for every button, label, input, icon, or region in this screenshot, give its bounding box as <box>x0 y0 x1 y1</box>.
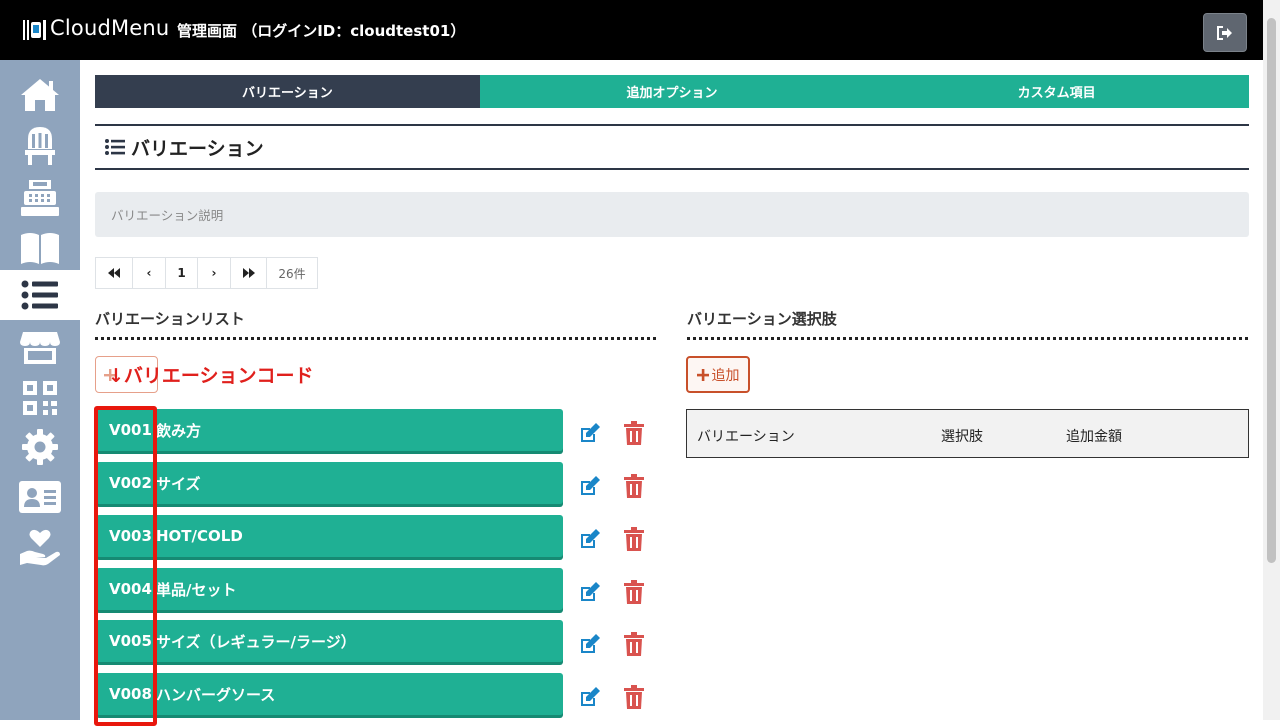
book-icon <box>21 233 59 264</box>
double-chevron-right-icon <box>242 268 255 278</box>
sidebar-item-register[interactable] <box>0 173 80 223</box>
variation-name: ハンバーグソース <box>156 685 276 704</box>
edit-button[interactable] <box>577 631 603 657</box>
total-count: 26件 <box>278 266 306 281</box>
variation-name: サイズ（レギュラー/ラージ） <box>156 632 356 651</box>
pagination: ‹ 1 › 26件 <box>95 257 318 289</box>
sidebar-item-account[interactable] <box>0 472 80 522</box>
hand-heart-icon <box>20 529 60 566</box>
tab-additional-options[interactable]: 追加オプション <box>479 75 865 108</box>
tab-bar: バリエーション 追加オプション カスタム項目 <box>95 75 1250 108</box>
first-page-button[interactable] <box>96 258 133 288</box>
list-icon <box>21 280 58 310</box>
next-page-button[interactable]: › <box>198 258 231 288</box>
edit-button[interactable] <box>577 420 603 446</box>
variation-code: V005 <box>109 632 152 650</box>
variation-code: V001 <box>109 421 152 439</box>
sidebar-item-store[interactable] <box>0 323 80 373</box>
variation-row[interactable]: V005 サイズ（レギュラー/ラージ） <box>96 620 563 662</box>
tab-variation[interactable]: バリエーション <box>95 75 480 108</box>
edit-icon <box>581 582 600 601</box>
variation-code: V008 <box>109 685 152 703</box>
edit-icon <box>581 529 600 548</box>
sidebar <box>0 60 80 720</box>
variation-description: バリエーション説明 <box>95 192 1249 237</box>
trash-icon <box>624 685 644 709</box>
edit-icon <box>581 634 600 653</box>
list-icon <box>105 139 125 155</box>
sidebar-item-support[interactable] <box>0 522 80 572</box>
trash-icon <box>624 421 644 445</box>
edit-icon <box>581 423 600 442</box>
variation-row[interactable]: V008 ハンバーグソース <box>96 673 563 715</box>
last-page-button[interactable] <box>231 258 267 288</box>
page-title-bar: バリエーション <box>95 124 1249 170</box>
delete-button[interactable] <box>621 526 647 552</box>
sidebar-item-variation[interactable] <box>0 270 80 320</box>
delete-button[interactable] <box>621 579 647 605</box>
column-header-additional-price: 追加金額 <box>1066 429 1122 445</box>
current-page[interactable]: 1 <box>166 258 198 288</box>
variation-row[interactable]: V004 単品/セット <box>96 568 563 610</box>
store-icon <box>20 332 60 364</box>
sidebar-item-menu-book[interactable] <box>0 223 80 273</box>
page-scrollbar[interactable] <box>1263 0 1280 720</box>
add-option-label: 追加 <box>711 367 740 384</box>
add-option-button[interactable]: 追加 <box>686 356 750 393</box>
home-icon <box>21 79 59 111</box>
column-header-choice: 選択肢 <box>941 429 983 445</box>
options-table-header: バリエーション 選択肢 追加金額 <box>686 409 1249 458</box>
edit-icon <box>581 476 600 495</box>
id-card-icon <box>19 481 61 513</box>
gear-icon <box>22 429 58 465</box>
sidebar-item-seat[interactable] <box>0 120 80 170</box>
edit-button[interactable] <box>577 579 603 605</box>
annotation-label: ↓バリエーションコード <box>108 365 314 387</box>
variation-row[interactable]: V003 HOT/COLD <box>96 515 563 557</box>
plus-icon <box>696 368 709 381</box>
sidebar-item-home[interactable] <box>0 70 80 120</box>
logout-icon <box>1217 25 1232 40</box>
variation-code: V003 <box>109 527 152 545</box>
delete-button[interactable] <box>621 631 647 657</box>
register-icon <box>21 180 59 216</box>
trash-icon <box>624 632 644 656</box>
variation-name: 単品/セット <box>156 580 237 599</box>
app-header: CloudMenu 管理画面 （ログインID：cloudtest01） <box>0 0 1280 60</box>
edit-button[interactable] <box>577 473 603 499</box>
trash-icon <box>624 580 644 604</box>
variation-row[interactable]: V002 サイズ <box>96 462 563 504</box>
scrollbar-thumb[interactable] <box>1267 18 1276 563</box>
variation-list-heading: バリエーションリスト <box>95 308 656 340</box>
admin-title: 管理画面 （ログインID：cloudtest01） <box>177 22 466 40</box>
trash-icon <box>624 474 644 498</box>
tab-custom-fields[interactable]: カスタム項目 <box>864 75 1250 108</box>
qr-icon <box>23 381 57 415</box>
delete-button[interactable] <box>621 420 647 446</box>
edit-button[interactable] <box>577 684 603 710</box>
delete-button[interactable] <box>621 684 647 710</box>
chair-icon <box>25 127 55 165</box>
variation-name: サイズ <box>156 474 201 493</box>
sidebar-item-settings[interactable] <box>0 422 80 472</box>
edit-button[interactable] <box>577 526 603 552</box>
variation-code: V002 <box>109 474 152 492</box>
edit-icon <box>581 687 600 706</box>
logout-button[interactable] <box>1203 13 1247 52</box>
variation-row[interactable]: V001 飲み方 <box>96 409 563 451</box>
page-title: バリエーション <box>131 137 264 160</box>
trash-icon <box>624 527 644 551</box>
variation-options-heading: バリエーション選択肢 <box>687 308 1248 340</box>
variation-name: 飲み方 <box>156 421 202 440</box>
sidebar-item-qr[interactable] <box>0 373 80 423</box>
variation-code: V004 <box>109 580 152 598</box>
double-chevron-left-icon <box>108 268 120 278</box>
prev-page-button[interactable]: ‹ <box>133 258 166 288</box>
delete-button[interactable] <box>621 473 647 499</box>
logo-icon <box>23 20 46 40</box>
brand-name: CloudMenu <box>50 16 170 40</box>
column-header-variation: バリエーション <box>697 429 795 445</box>
variation-name: HOT/COLD <box>156 527 243 545</box>
